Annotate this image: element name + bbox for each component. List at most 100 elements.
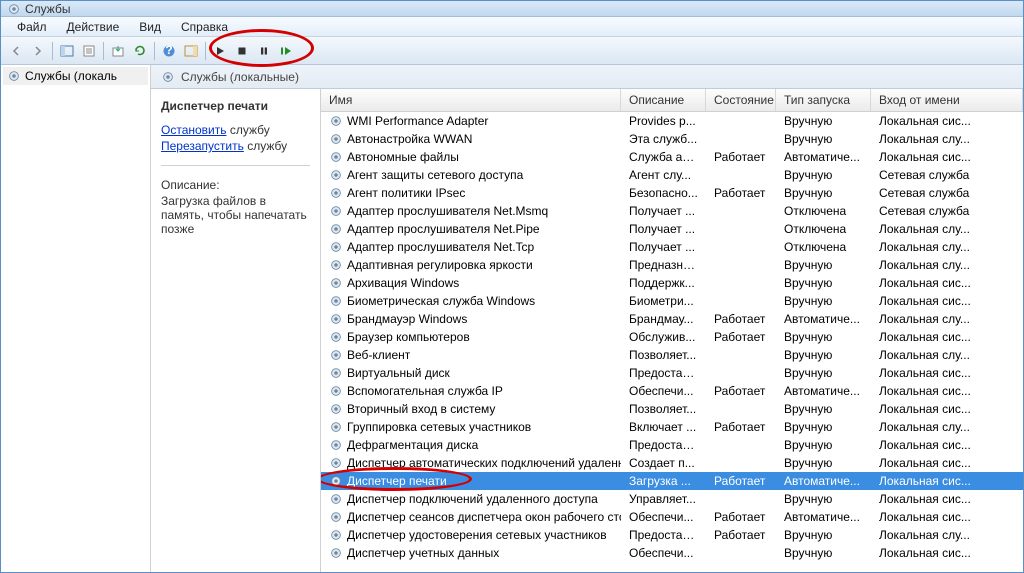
cell-startup: Отключена [776, 204, 871, 218]
cell-state: Работает [706, 528, 776, 542]
table-row[interactable]: Диспетчер печатиЗагрузка ...РаботаетАвто… [321, 472, 1023, 490]
properties-button[interactable] [79, 41, 99, 61]
cell-description: Эта служб... [621, 132, 706, 146]
titlebar: Службы [1, 1, 1023, 17]
table-row[interactable]: Адаптер прослушивателя Net.MsmqПолучает … [321, 202, 1023, 220]
table-row[interactable]: Адаптер прослушивателя Net.PipeПолучает … [321, 220, 1023, 238]
restart-service-button[interactable] [276, 41, 296, 61]
col-header-name[interactable]: Имя [321, 89, 621, 111]
show-hide-tree-button[interactable] [57, 41, 77, 61]
cell-name: Диспетчер удостоверения сетевых участник… [321, 528, 621, 542]
restart-suffix: службу [244, 139, 287, 153]
menu-action[interactable]: Действие [57, 18, 130, 36]
gear-icon [161, 70, 175, 84]
cell-description: Предостав... [621, 438, 706, 452]
cell-logon: Локальная сис... [871, 276, 1023, 290]
table-row[interactable]: Диспетчер подключений удаленного доступа… [321, 490, 1023, 508]
cell-name: Агент политики IPsec [321, 186, 621, 200]
nav-tree[interactable]: Службы (локаль [1, 65, 151, 572]
table-row[interactable]: Вторичный вход в системуПозволяет...Вруч… [321, 400, 1023, 418]
start-service-button[interactable] [210, 41, 230, 61]
cell-logon: Сетевая служба [871, 168, 1023, 182]
menu-file[interactable]: Файл [7, 18, 57, 36]
cell-name: Автономные файлы [321, 150, 621, 164]
table-row[interactable]: Автономные файлыСлужба ав...РаботаетАвто… [321, 148, 1023, 166]
cell-startup: Вручную [776, 528, 871, 542]
cell-startup: Автоматиче... [776, 312, 871, 326]
table-row[interactable]: Адаптивная регулировка яркостиПредназна.… [321, 256, 1023, 274]
menubar: Файл Действие Вид Справка [1, 17, 1023, 37]
list-body[interactable]: WMI Performance AdapterProvides p...Вруч… [321, 112, 1023, 572]
table-row[interactable]: Автонастройка WWANЭта служб...ВручнуюЛок… [321, 130, 1023, 148]
table-row[interactable]: Агент политики IPsecБезопасно...Работает… [321, 184, 1023, 202]
refresh-button[interactable] [130, 41, 150, 61]
table-row[interactable]: Адаптер прослушивателя Net.TcpПолучает .… [321, 238, 1023, 256]
cell-description: Управляет... [621, 492, 706, 506]
nav-forward-button[interactable] [28, 41, 48, 61]
cell-startup: Автоматиче... [776, 510, 871, 524]
stop-suffix: службу [227, 123, 270, 137]
menu-view[interactable]: Вид [129, 18, 171, 36]
table-row[interactable]: Брандмауэр WindowsБрандмау...РаботаетАвт… [321, 310, 1023, 328]
cell-description: Обеспечи... [621, 510, 706, 524]
cell-name: Виртуальный диск [321, 366, 621, 380]
table-row[interactable]: Диспетчер сеансов диспетчера окон рабоче… [321, 508, 1023, 526]
show-hide-actionpane-button[interactable] [181, 41, 201, 61]
cell-startup: Вручную [776, 438, 871, 452]
table-row[interactable]: Архивация WindowsПоддержк...ВручнуюЛокал… [321, 274, 1023, 292]
help-button[interactable]: ? [159, 41, 179, 61]
col-header-description[interactable]: Описание [621, 89, 706, 111]
cell-logon: Локальная слу... [871, 132, 1023, 146]
cell-startup: Вручную [776, 366, 871, 380]
description-label: Описание: [161, 178, 310, 192]
table-row[interactable]: Агент защиты сетевого доступаАгент слу..… [321, 166, 1023, 184]
window-title: Службы [25, 2, 70, 16]
tree-node-services[interactable]: Службы (локаль [3, 67, 148, 85]
table-row[interactable]: Диспетчер удостоверения сетевых участник… [321, 526, 1023, 544]
cell-name: Диспетчер учетных данных [321, 546, 621, 560]
stop-service-link[interactable]: Остановить [161, 123, 227, 137]
table-row[interactable]: Группировка сетевых участниковВключает .… [321, 418, 1023, 436]
table-row[interactable]: Дефрагментация дискаПредостав...ВручнуюЛ… [321, 436, 1023, 454]
cell-description: Безопасно... [621, 186, 706, 200]
cell-description: Обеспечи... [621, 384, 706, 398]
table-row[interactable]: Веб-клиентПозволяет...ВручнуюЛокальная с… [321, 346, 1023, 364]
cell-name: Брандмауэр Windows [321, 312, 621, 326]
content-header-label: Службы (локальные) [181, 70, 299, 84]
col-header-state[interactable]: Состояние [706, 89, 776, 111]
cell-name: Дефрагментация диска [321, 438, 621, 452]
cell-description: Получает ... [621, 240, 706, 254]
export-button[interactable] [108, 41, 128, 61]
cell-logon: Локальная слу... [871, 222, 1023, 236]
cell-startup: Вручную [776, 420, 871, 434]
col-header-startup[interactable]: Тип запуска [776, 89, 871, 111]
table-row[interactable]: WMI Performance AdapterProvides p...Вруч… [321, 112, 1023, 130]
col-header-logon[interactable]: Вход от имени [871, 89, 1023, 111]
cell-logon: Локальная сис... [871, 546, 1023, 560]
cell-startup: Вручную [776, 168, 871, 182]
cell-name: Адаптер прослушивателя Net.Pipe [321, 222, 621, 236]
table-row[interactable]: Виртуальный дискПредостав...ВручнуюЛокал… [321, 364, 1023, 382]
cell-state: Работает [706, 510, 776, 524]
table-row[interactable]: Диспетчер учетных данныхОбеспечи...Вручн… [321, 544, 1023, 562]
cell-name: Автонастройка WWAN [321, 132, 621, 146]
table-row[interactable]: Браузер компьютеровОбслужив...РаботаетВр… [321, 328, 1023, 346]
restart-service-link[interactable]: Перезапустить [161, 139, 244, 153]
toolbar-separator [52, 42, 53, 60]
content-area: Службы (локальные) Диспетчер печати Оста… [151, 65, 1023, 572]
cell-logon: Локальная сис... [871, 330, 1023, 344]
cell-startup: Вручную [776, 186, 871, 200]
table-row[interactable]: Биометрическая служба WindowsБиометри...… [321, 292, 1023, 310]
cell-state: Работает [706, 330, 776, 344]
stop-service-button[interactable] [232, 41, 252, 61]
cell-logon: Локальная сис... [871, 294, 1023, 308]
nav-back-button[interactable] [6, 41, 26, 61]
table-row[interactable]: Вспомогательная служба IPОбеспечи...Рабо… [321, 382, 1023, 400]
table-row[interactable]: Диспетчер автоматических подключений уда… [321, 454, 1023, 472]
cell-description: Агент слу... [621, 168, 706, 182]
menu-help[interactable]: Справка [171, 18, 238, 36]
pause-service-button[interactable] [254, 41, 274, 61]
services-list: Имя Описание Состояние Тип запуска Вход … [321, 89, 1023, 572]
toolbar-separator [103, 42, 104, 60]
cell-logon: Локальная слу... [871, 312, 1023, 326]
